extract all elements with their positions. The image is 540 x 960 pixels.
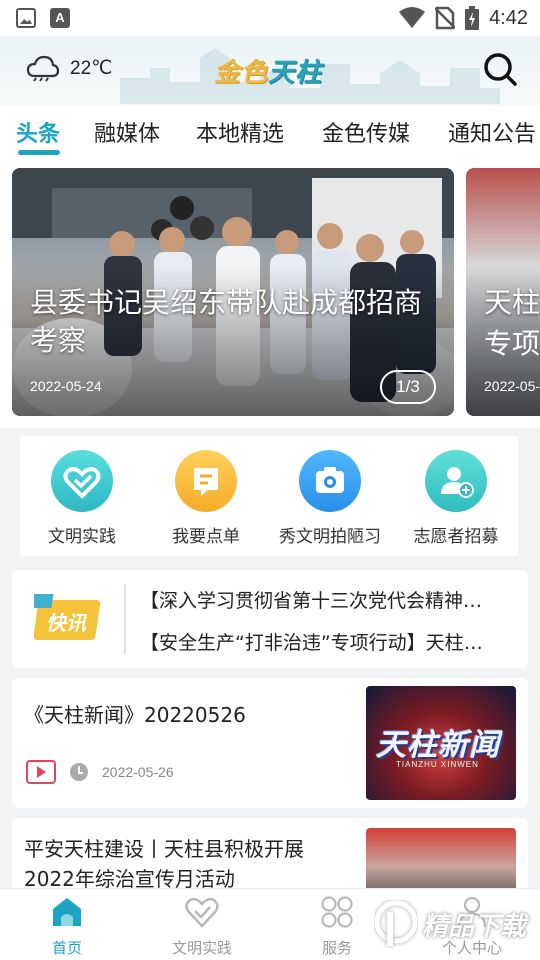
flash-news: 快讯 【深入学习贯彻省第十三次党代会精神… 【安全生产“打非治违”专项行动】天柱… — [12, 570, 528, 668]
grid-icon — [321, 896, 353, 928]
tab-media[interactable]: 融媒体 — [94, 116, 160, 148]
weather-widget[interactable]: 22℃ — [26, 54, 112, 82]
slide-date: 2022-05- — [484, 378, 540, 394]
heart-icon — [185, 897, 219, 928]
news-title: 平安天柱建设丨天柱县积极开展 — [24, 837, 304, 861]
logo-part2: 天柱 — [268, 58, 323, 88]
quick-link-photo[interactable]: 秀文明拍陋习 — [268, 450, 392, 547]
font-icon: A — [50, 8, 70, 28]
nav-label: 服务 — [321, 939, 352, 957]
slide-title: 天柱 — [484, 286, 540, 319]
video-icon — [26, 760, 56, 784]
tab-local[interactable]: 本地精选 — [196, 116, 284, 148]
nav-label: 首页 — [51, 939, 82, 957]
quick-link-volunteer[interactable]: 志愿者招募 — [394, 450, 518, 547]
news-title: 《天柱新闻》20220526 — [24, 703, 246, 727]
no-sim-icon — [435, 6, 456, 30]
thumbnail-title: 天柱新闻 — [376, 728, 500, 763]
app-header: 22℃ 金色天柱 — [0, 36, 540, 106]
slide-title: 县委书记吴绍东带队赴成都招商考察 — [30, 286, 423, 357]
quick-link-label: 秀文明拍陋习 — [279, 527, 381, 547]
flash-news-item[interactable]: 【安全生产“打非治违”专项行动】天柱… — [140, 628, 520, 655]
thumbnail-subtitle: TIANZHU XINWEN — [396, 760, 479, 769]
watermark-logo — [374, 900, 418, 946]
quick-link-label: 我要点单 — [172, 527, 240, 547]
search-icon[interactable] — [482, 51, 518, 87]
category-tabs: 头条 融媒体 本地精选 金色传媒 通知公告 — [0, 106, 540, 162]
volunteer-icon — [425, 450, 487, 512]
divider — [124, 584, 126, 654]
banner-carousel[interactable]: 县委书记吴绍东带队赴成都招商考察 2022-05-24 1/3 天柱 专项 20… — [0, 162, 540, 428]
quick-links: 文明实践 我要点单 秀文明拍陋习 志愿者招募 — [20, 436, 518, 556]
image-icon — [16, 8, 36, 28]
active-tab-indicator — [18, 150, 60, 155]
news-card[interactable]: 平安天柱建设丨天柱县积极开展 2022年综治宣传月活动 — [12, 818, 528, 898]
logo-part1: 金色 — [214, 58, 269, 88]
slide-counter: 1/3 — [380, 370, 436, 404]
tab-notices[interactable]: 通知公告 — [448, 116, 536, 148]
nav-services[interactable]: 服务 — [287, 895, 387, 958]
order-icon — [175, 450, 237, 512]
watermark: 精品下载 — [374, 898, 534, 952]
cloudy-icon — [26, 55, 60, 82]
status-bar: A 4:42 — [0, 0, 540, 36]
temperature: 22℃ — [70, 57, 113, 79]
flash-logo-text: 快讯 — [46, 611, 88, 635]
quick-link-label: 文明实践 — [48, 527, 116, 547]
slide-date: 2022-05-24 — [30, 378, 102, 394]
battery-icon — [465, 6, 480, 30]
news-card[interactable]: 《天柱新闻》20220526 2022-05-26 天柱新闻 TIANZHU X… — [12, 678, 528, 808]
heart-icon — [51, 450, 113, 512]
tab-golden-media[interactable]: 金色传媒 — [322, 116, 410, 148]
flash-news-logo: 快讯 — [34, 594, 101, 640]
banner-slide-next[interactable]: 天柱 专项 2022-05- — [466, 168, 540, 416]
news-date: 2022-05-26 — [102, 764, 174, 780]
quick-link-label: 志愿者招募 — [413, 527, 499, 547]
quick-link-order[interactable]: 我要点单 — [144, 450, 268, 547]
clock-time: 4:42 — [489, 6, 528, 29]
tab-headlines[interactable]: 头条 — [16, 116, 60, 148]
flash-news-item[interactable]: 【深入学习贯彻省第十三次党代会精神… — [140, 586, 520, 613]
banner-slide[interactable]: 县委书记吴绍东带队赴成都招商考察 2022-05-24 1/3 — [12, 168, 454, 416]
app-logo: 金色天柱 — [214, 52, 322, 89]
nav-home[interactable]: 首页 — [17, 895, 117, 958]
camera-icon — [299, 450, 361, 512]
news-thumbnail: 天柱新闻 TIANZHU XINWEN — [366, 686, 516, 800]
home-icon — [53, 898, 81, 926]
nav-civilization[interactable]: 文明实践 — [152, 895, 252, 958]
nav-label: 文明实践 — [171, 939, 232, 957]
clock-icon — [70, 763, 88, 781]
watermark-text: 精品下载 — [422, 912, 527, 942]
wifi-icon — [399, 7, 426, 28]
quick-link-civilization[interactable]: 文明实践 — [20, 450, 144, 547]
slide-title-line2: 专项 — [484, 327, 540, 360]
